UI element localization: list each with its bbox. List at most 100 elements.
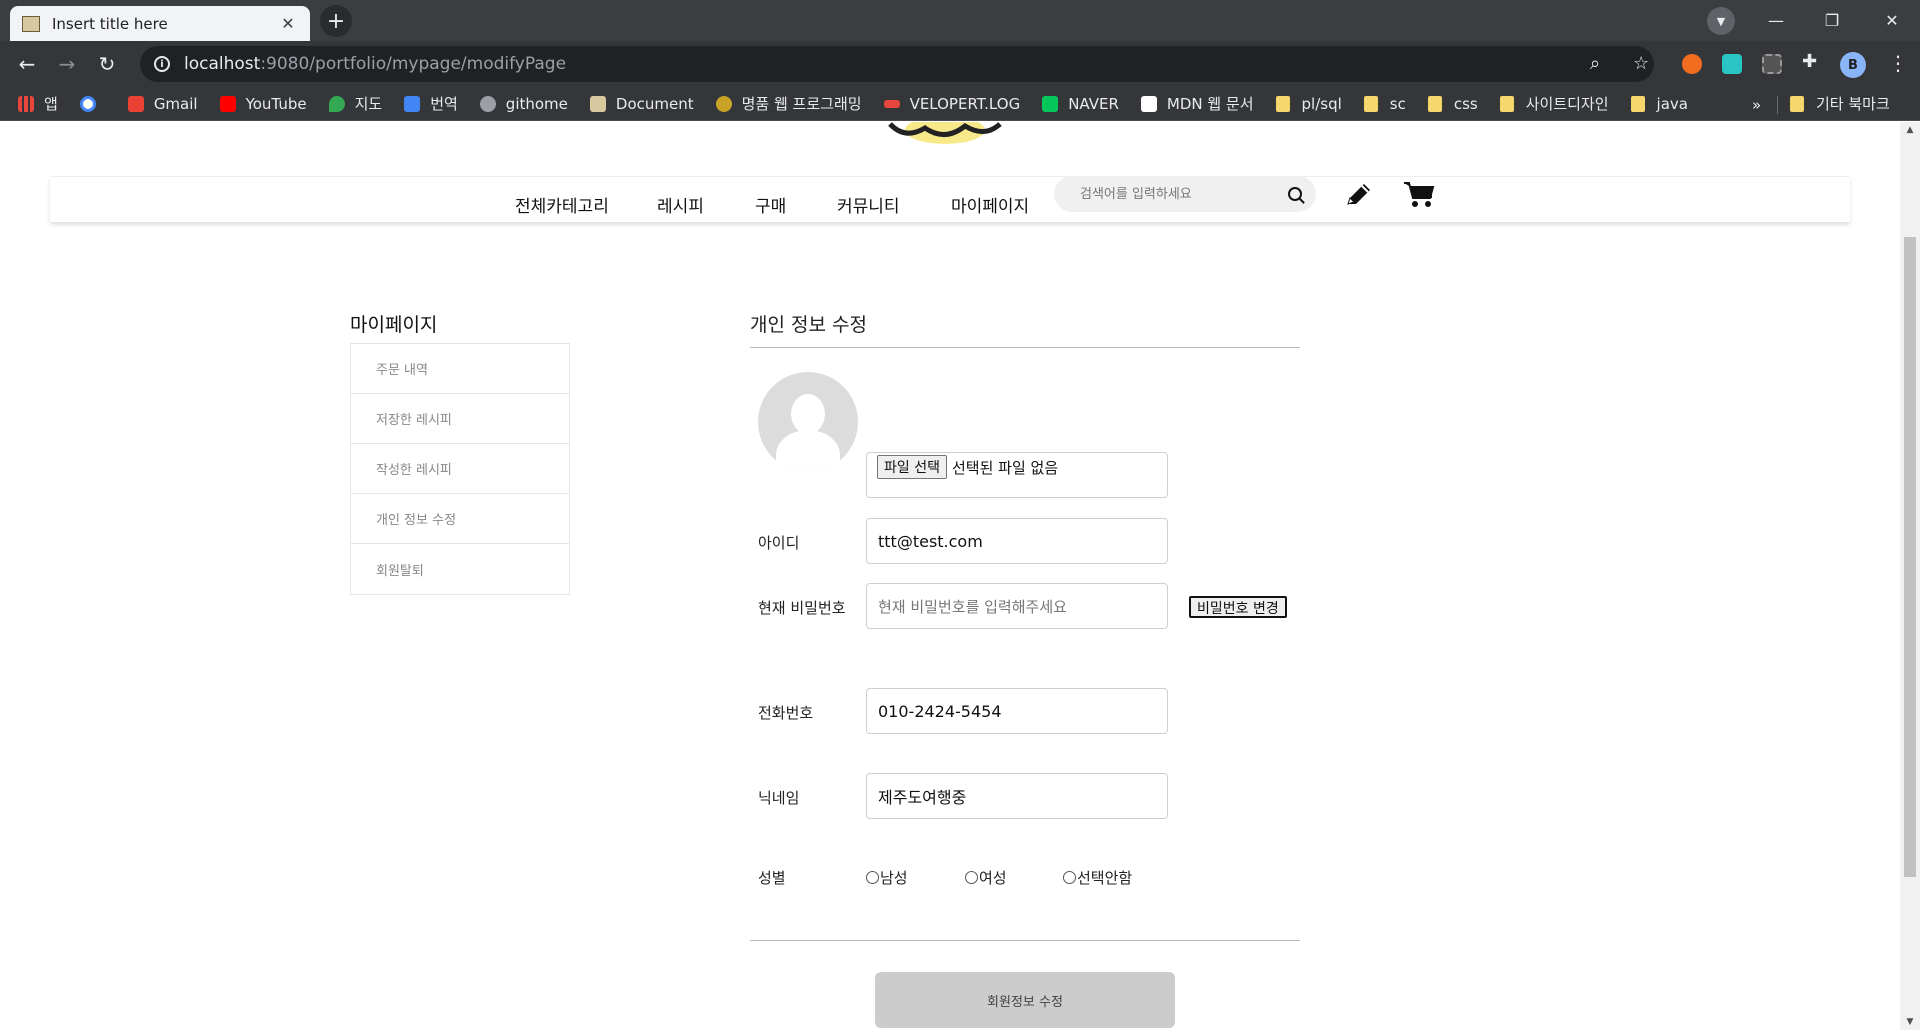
- scroll-up-arrow-icon[interactable]: ▲: [1900, 122, 1920, 138]
- id-field: [866, 518, 1168, 564]
- bookmark-apps[interactable]: 앱: [18, 93, 58, 114]
- nav-mypage[interactable]: 마이페이지: [951, 192, 1029, 217]
- qr-code-icon[interactable]: [1762, 54, 1782, 74]
- profile-image-field: 파일 선택 선택된 파일 없음: [866, 452, 1168, 498]
- reload-icon[interactable]: ↻: [92, 49, 122, 79]
- file-select-button[interactable]: 파일 선택: [877, 455, 947, 479]
- address-bar[interactable]: i localhost:9080/portfolio/mypage/modify…: [140, 46, 1654, 82]
- id-label: 아이디: [758, 534, 800, 552]
- nav-recipes[interactable]: 레시피: [657, 192, 704, 217]
- sidebar-item-orders[interactable]: 주문 내역: [351, 344, 569, 394]
- bookmark-document[interactable]: Document: [589, 95, 694, 113]
- folder-icon: [1275, 95, 1290, 112]
- current-password-input[interactable]: [878, 596, 1167, 616]
- cart-icon[interactable]: [1403, 180, 1435, 210]
- page-viewport: 전체카테고리 레시피 구매 커뮤니티 마이페이지 마이페이지 주문 내역 저장한…: [0, 122, 1900, 1030]
- update-member-info-button[interactable]: 회원정보 수정: [875, 972, 1175, 1028]
- bookmark-star-icon[interactable]: ☆: [1633, 53, 1649, 74]
- browser-tabbar: Insert title here ✕ + ▼ — ❐ ✕: [0, 0, 1920, 41]
- bookmark-githome[interactable]: githome: [479, 95, 568, 113]
- page-scrollbar[interactable]: ▲ ▼: [1900, 122, 1920, 1030]
- profile-avatar[interactable]: B: [1840, 52, 1866, 78]
- tab-close-icon[interactable]: ✕: [278, 14, 298, 33]
- youtube-icon: [219, 95, 236, 112]
- velopert-icon: [883, 99, 900, 108]
- site-logo[interactable]: [885, 122, 1005, 152]
- nav-all-categories[interactable]: 전체카테고리: [515, 192, 609, 217]
- bookmark-maps[interactable]: 지도: [328, 93, 382, 114]
- google-icon: [79, 95, 96, 112]
- nickname-input[interactable]: [878, 786, 1167, 806]
- bookmark-mdn[interactable]: MDN 웹 문서: [1140, 93, 1254, 114]
- extension-orange-icon[interactable]: [1682, 54, 1702, 74]
- bookmark-google[interactable]: [79, 95, 106, 112]
- radio-circle-icon[interactable]: [866, 871, 879, 884]
- new-tab-button[interactable]: +: [320, 5, 352, 37]
- nickname-label: 닉네임: [758, 789, 800, 807]
- naver-icon: [1042, 95, 1059, 112]
- gender-radio-none[interactable]: 선택안함: [1063, 867, 1132, 888]
- bookmark-folder-css[interactable]: css: [1427, 95, 1478, 113]
- site-search-box: [1054, 176, 1316, 212]
- sidebar-item-edit-profile[interactable]: 개인 정보 수정: [351, 494, 569, 544]
- window-close-button[interactable]: ✕: [1864, 0, 1920, 41]
- profile-avatar-placeholder: [758, 372, 858, 472]
- gender-radio-female[interactable]: 여성: [965, 867, 1007, 888]
- zoom-icon[interactable]: ⌕: [1590, 53, 1600, 74]
- bookmark-translate[interactable]: 번역: [404, 93, 458, 114]
- sidebar-item-withdraw[interactable]: 회원탈퇴: [351, 544, 569, 594]
- other-bookmarks[interactable]: 기타 북마크: [1790, 93, 1890, 114]
- back-arrow-icon[interactable]: ←: [12, 49, 42, 79]
- pencil-icon[interactable]: [1344, 180, 1374, 210]
- change-password-button[interactable]: 비밀번호 변경: [1189, 596, 1287, 618]
- folder-icon: [1427, 95, 1442, 112]
- folder-icon: [1499, 95, 1514, 112]
- site-search-input[interactable]: [1080, 186, 1288, 202]
- maps-icon: [328, 95, 345, 112]
- mdn-icon: [1140, 95, 1157, 112]
- book-icon: [715, 95, 732, 112]
- minimize-button[interactable]: —: [1748, 0, 1804, 41]
- gender-radio-male[interactable]: 남성: [866, 867, 908, 888]
- extension-teal-icon[interactable]: [1722, 54, 1742, 74]
- tab-search-icon[interactable]: ▼: [1707, 7, 1735, 35]
- scrollbar-thumb[interactable]: [1904, 237, 1916, 877]
- nav-community[interactable]: 커뮤니티: [837, 192, 900, 217]
- site-info-icon[interactable]: i: [154, 56, 170, 72]
- browser-tab[interactable]: Insert title here ✕: [10, 6, 310, 41]
- restore-button[interactable]: ❐: [1804, 0, 1860, 41]
- bookmark-velopert[interactable]: VELOPERT.LOG: [883, 95, 1020, 113]
- apps-grid-icon: [18, 95, 34, 112]
- tab-title: Insert title here: [52, 14, 168, 33]
- menu-kebab-icon[interactable]: ⋮: [1888, 51, 1908, 75]
- sidebar-item-saved-recipes[interactable]: 저장한 레시피: [351, 394, 569, 444]
- forward-arrow-icon[interactable]: →: [52, 49, 82, 79]
- radio-circle-icon[interactable]: [965, 871, 978, 884]
- bookmark-folder-plsql[interactable]: pl/sql: [1275, 95, 1342, 113]
- url-path: :9080/portfolio/mypage/modifyPage: [260, 54, 567, 74]
- bookmark-youtube[interactable]: YouTube: [219, 95, 307, 113]
- scroll-down-arrow-icon[interactable]: ▼: [1900, 1014, 1920, 1030]
- folder-icon: [1363, 95, 1378, 112]
- search-icon[interactable]: [1288, 187, 1302, 201]
- nav-purchase[interactable]: 구매: [755, 192, 786, 217]
- bookmark-gmail[interactable]: Gmail: [127, 95, 198, 113]
- translate-icon: [404, 95, 421, 112]
- bookmark-naver[interactable]: NAVER: [1042, 95, 1119, 113]
- radio-circle-icon[interactable]: [1063, 871, 1076, 884]
- phone-field: [866, 688, 1168, 734]
- sidebar-title: 마이페이지: [350, 314, 438, 336]
- bookmark-folder-java[interactable]: java: [1630, 95, 1688, 113]
- bookmark-folder-sc[interactable]: sc: [1363, 95, 1406, 113]
- id-input[interactable]: [878, 531, 1167, 551]
- bookmarks-overflow-button[interactable]: »: [1752, 96, 1761, 114]
- url-host: localhost: [184, 54, 261, 74]
- bookmarks-divider: [1777, 96, 1778, 114]
- bookmark-folder-site-design[interactable]: 사이트디자인: [1499, 93, 1609, 114]
- phone-input[interactable]: [878, 701, 1167, 721]
- extensions-puzzle-icon[interactable]: ✚: [1802, 51, 1817, 72]
- form-top-divider: [750, 347, 1300, 348]
- bookmark-web-programming[interactable]: 명품 웹 프로그래밍: [715, 93, 862, 114]
- phone-label: 전화번호: [758, 704, 814, 722]
- sidebar-item-written-recipes[interactable]: 작성한 레시피: [351, 444, 569, 494]
